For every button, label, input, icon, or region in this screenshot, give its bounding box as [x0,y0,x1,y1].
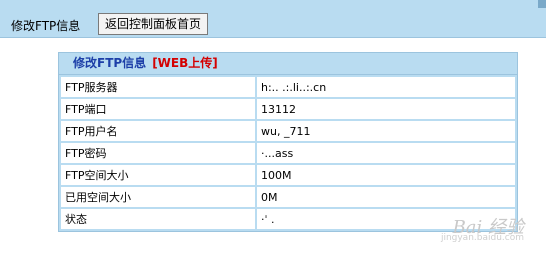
ftp-info-panel: 修改FTP信息 [WEB上传] FTP服务器 h:.. .:.li..:.cn F… [58,52,518,232]
table-row: FTP密码 ·...ass [61,143,515,163]
table-row: FTP端口 13112 [61,99,515,119]
ftp-info-table: FTP服务器 h:.. .:.li..:.cn FTP端口 13112 FTP用… [59,75,517,231]
top-toolbar: 修改FTP信息 返回控制面板首页 [0,0,546,38]
row-label: FTP用户名 [61,121,255,141]
ftp-space-value: 100M [257,165,515,185]
table-row: 已用空间大小 0M [61,187,515,207]
ftp-username-value: wu, _711 [257,121,515,141]
table-row: FTP空间大小 100M [61,165,515,185]
baidu-jingyan-watermark: Bai 经验 jingyan.baidu.com [441,213,524,243]
panel-title: 修改FTP信息 [73,56,147,70]
table-row: FTP用户名 wu, _711 [61,121,515,141]
table-row: 状态 ·ˈ . [61,209,515,229]
row-label: FTP空间大小 [61,165,255,185]
web-upload-tag: [WEB上传] [152,56,218,70]
row-label: 已用空间大小 [61,187,255,207]
panel-header: 修改FTP信息 [WEB上传] [59,53,517,75]
row-label: FTP服务器 [61,77,255,97]
page-title: 修改FTP信息 [11,19,81,33]
row-label: FTP端口 [61,99,255,119]
used-space-value: 0M [257,187,515,207]
row-label: 状态 [61,209,255,229]
watermark-url: jingyan.baidu.com [440,233,524,243]
window-corner [538,0,546,8]
ftp-password-value: ·...ass [257,143,515,163]
row-label: FTP密码 [61,143,255,163]
back-to-dashboard-button[interactable]: 返回控制面板首页 [98,13,209,35]
ftp-port-value: 13112 [257,99,515,119]
table-row: FTP服务器 h:.. .:.li..:.cn [61,77,515,97]
ftp-server-value: h:.. .:.li..:.cn [257,77,515,97]
